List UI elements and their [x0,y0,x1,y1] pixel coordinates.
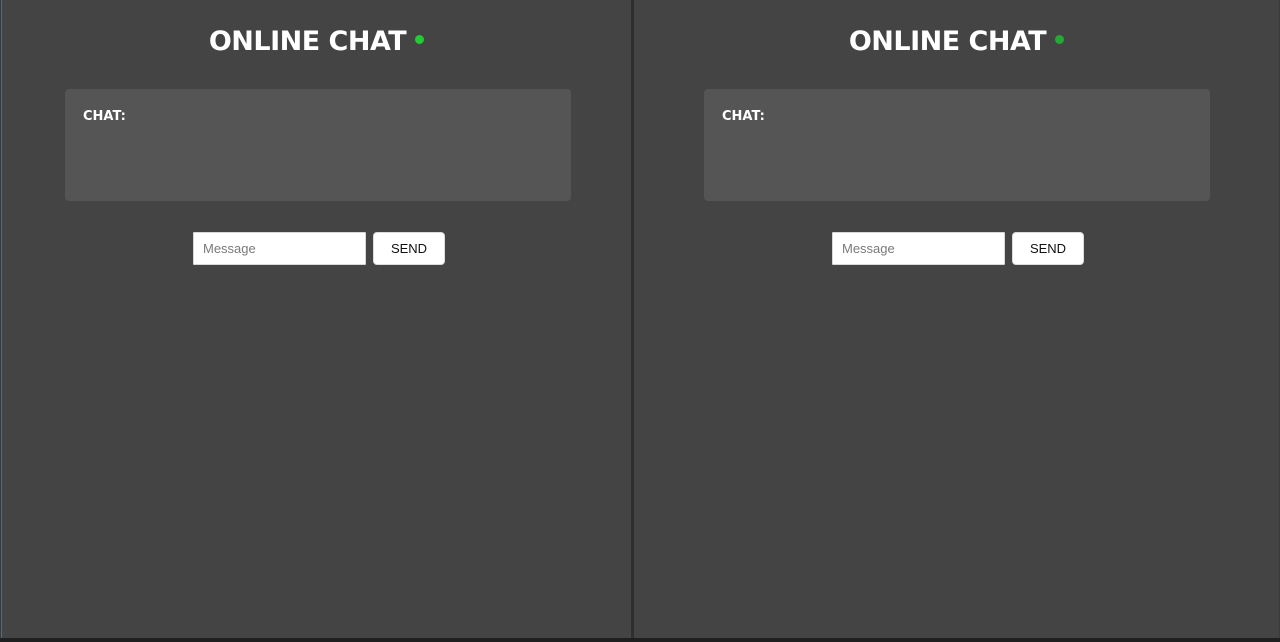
screen: ONLINE CHAT CHAT: SEND ONLINE CHAT CHAT:… [0,0,1280,642]
page-title: ONLINE CHAT [848,26,1047,57]
online-status-dot-icon [415,34,425,44]
bottom-edge [0,638,1280,642]
chat-window-left: ONLINE CHAT CHAT: SEND [1,0,631,638]
send-button[interactable]: SEND [373,232,445,265]
title-row: ONLINE CHAT [2,24,631,64]
chat-box: CHAT: [704,89,1210,201]
chat-box: CHAT: [65,89,571,201]
page-title: ONLINE CHAT [208,26,407,57]
message-input[interactable] [832,232,1005,265]
chat-label: CHAT: [722,109,765,124]
title-row: ONLINE CHAT [634,24,1279,64]
send-button[interactable]: SEND [1012,232,1084,265]
message-input[interactable] [193,232,366,265]
chat-window-right: ONLINE CHAT CHAT: SEND [634,0,1279,638]
online-status-dot-icon [1055,34,1065,44]
chat-label: CHAT: [83,109,126,124]
